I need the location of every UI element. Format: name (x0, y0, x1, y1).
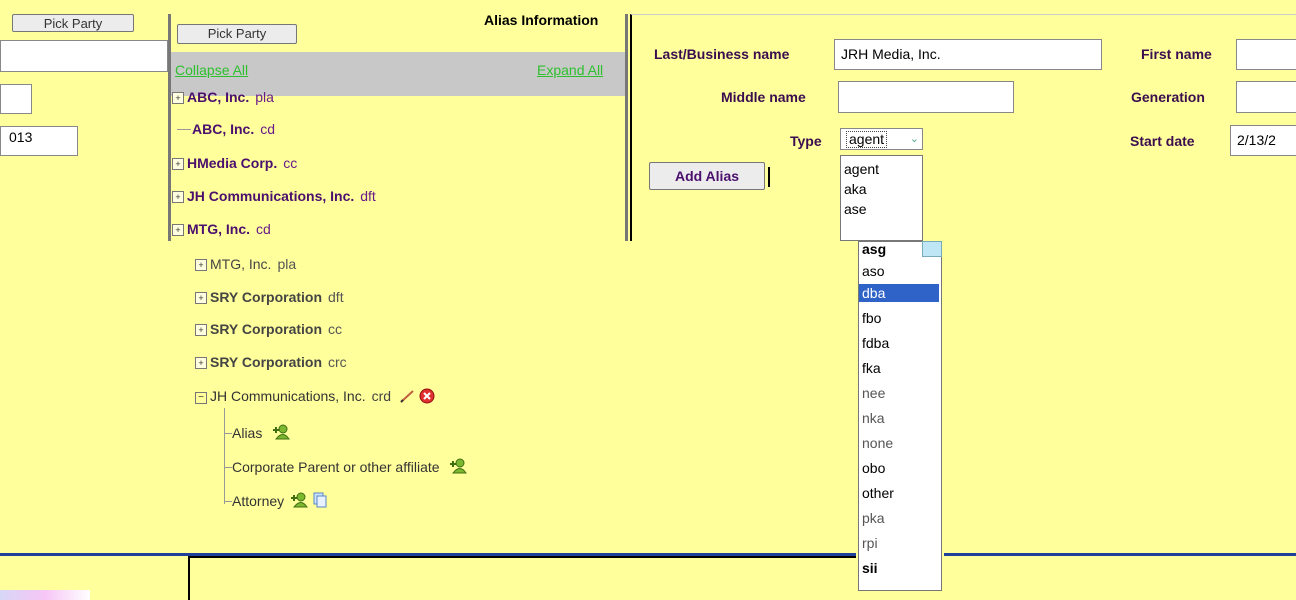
chevron-down-icon[interactable]: ⌄ (910, 132, 919, 145)
type-option[interactable]: fka (862, 359, 881, 377)
type-option[interactable]: nee (862, 384, 885, 402)
expand-icon[interactable]: + (195, 259, 207, 271)
expand-icon[interactable]: + (195, 357, 207, 369)
type-option[interactable]: sii (862, 559, 878, 577)
type-dropdown-list[interactable]: agent aka ase (840, 155, 923, 241)
collapse-all-link[interactable]: Collapse All (175, 62, 248, 78)
type-option[interactable]: rpi (862, 534, 878, 552)
alias-section-title: Alias Information (466, 12, 599, 30)
middle-name-input[interactable] (838, 81, 1014, 113)
tree-child-attorney[interactable]: Attorney (232, 492, 328, 511)
type-option-selected[interactable]: dba (859, 284, 939, 302)
left-pick-party-button[interactable]: Pick Party (12, 14, 134, 32)
expand-icon[interactable]: + (195, 292, 207, 304)
expand-icon[interactable]: + (172, 191, 184, 203)
expand-all-link[interactable]: Expand All (537, 62, 603, 78)
tree-node[interactable]: + ABC, Inc. pla (172, 89, 274, 105)
scrollbar-thumb[interactable] (922, 241, 942, 257)
type-dropdown-list-lower[interactable]: asg aso dba fbo fdba fka nee nka none ob… (858, 241, 942, 591)
expand-icon[interactable]: + (172, 158, 184, 170)
generation-label: Generation (1131, 89, 1205, 105)
tree-connector (177, 129, 191, 130)
first-name-label: First name (1141, 46, 1212, 62)
delete-icon[interactable] (419, 388, 435, 407)
copy-icon[interactable] (312, 492, 328, 511)
stray-artifact (0, 590, 90, 600)
tree-node[interactable]: + SRY Corporation cc (195, 321, 342, 337)
generation-input[interactable] (1236, 81, 1296, 113)
divider-line (188, 556, 856, 558)
expand-icon[interactable]: + (172, 92, 184, 104)
type-option[interactable]: nka (862, 409, 885, 427)
expand-icon[interactable]: + (195, 324, 207, 336)
last-name-label: Last/Business name (654, 46, 790, 62)
type-option[interactable]: fdba (862, 334, 889, 352)
type-option[interactable]: fbo (862, 309, 881, 327)
start-date-input[interactable]: 2/13/2 (1230, 125, 1296, 156)
text-caret (768, 167, 770, 187)
type-label: Type (790, 133, 822, 149)
type-option[interactable]: agent (844, 160, 879, 178)
left-field-1[interactable] (0, 40, 168, 72)
tree-node[interactable]: ABC, Inc. cd (192, 121, 275, 137)
tree-node[interactable]: + SRY Corporation dft (195, 289, 344, 305)
expand-icon[interactable]: + (172, 224, 184, 236)
type-option[interactable]: other (862, 484, 894, 502)
tree-connector (224, 467, 232, 468)
type-option[interactable]: obo (862, 459, 885, 477)
add-alias-button[interactable]: Add Alias (649, 162, 765, 190)
tree-node[interactable]: + SRY Corporation crc (195, 354, 347, 370)
start-date-label: Start date (1130, 133, 1195, 149)
tree-node-expanded[interactable]: − JH Communications, Inc. crd (195, 388, 435, 407)
tree-connector (224, 408, 225, 504)
middle-name-label: Middle name (721, 89, 806, 105)
collapse-icon[interactable]: − (195, 392, 207, 404)
tree-node[interactable]: + MTG, Inc. pla (195, 256, 296, 272)
tree-node[interactable]: + HMedia Corp. cc (172, 155, 297, 171)
tree-node[interactable]: + MTG, Inc. cd (172, 221, 271, 237)
first-name-input[interactable] (1236, 39, 1296, 70)
divider-line (944, 553, 1296, 556)
add-person-icon[interactable] (449, 458, 468, 477)
tree-connector (224, 501, 232, 502)
type-option[interactable]: aka (844, 180, 867, 198)
type-option[interactable]: ase (844, 200, 867, 218)
type-option[interactable]: aso (862, 262, 885, 280)
left-date-field[interactable]: 013 (0, 126, 78, 156)
edit-pencil-icon[interactable] (399, 389, 415, 406)
divider-line (188, 556, 190, 600)
type-option[interactable]: none (862, 434, 893, 452)
tree-node[interactable]: + JH Communications, Inc. dft (172, 188, 376, 204)
type-option[interactable]: pka (862, 509, 885, 527)
pick-party-button[interactable]: Pick Party (177, 24, 297, 44)
add-person-icon[interactable] (290, 492, 308, 511)
last-name-input[interactable]: JRH Media, Inc. (834, 39, 1102, 70)
tree-connector (224, 433, 232, 434)
add-person-icon[interactable] (272, 424, 291, 443)
type-option[interactable]: asg (862, 240, 886, 258)
type-select[interactable]: agent ⌄ (840, 128, 923, 150)
left-field-2[interactable] (0, 84, 32, 114)
tree-child-alias[interactable]: Alias (232, 424, 291, 443)
tree-child-corporate-parent[interactable]: Corporate Parent or other affiliate (232, 458, 468, 477)
